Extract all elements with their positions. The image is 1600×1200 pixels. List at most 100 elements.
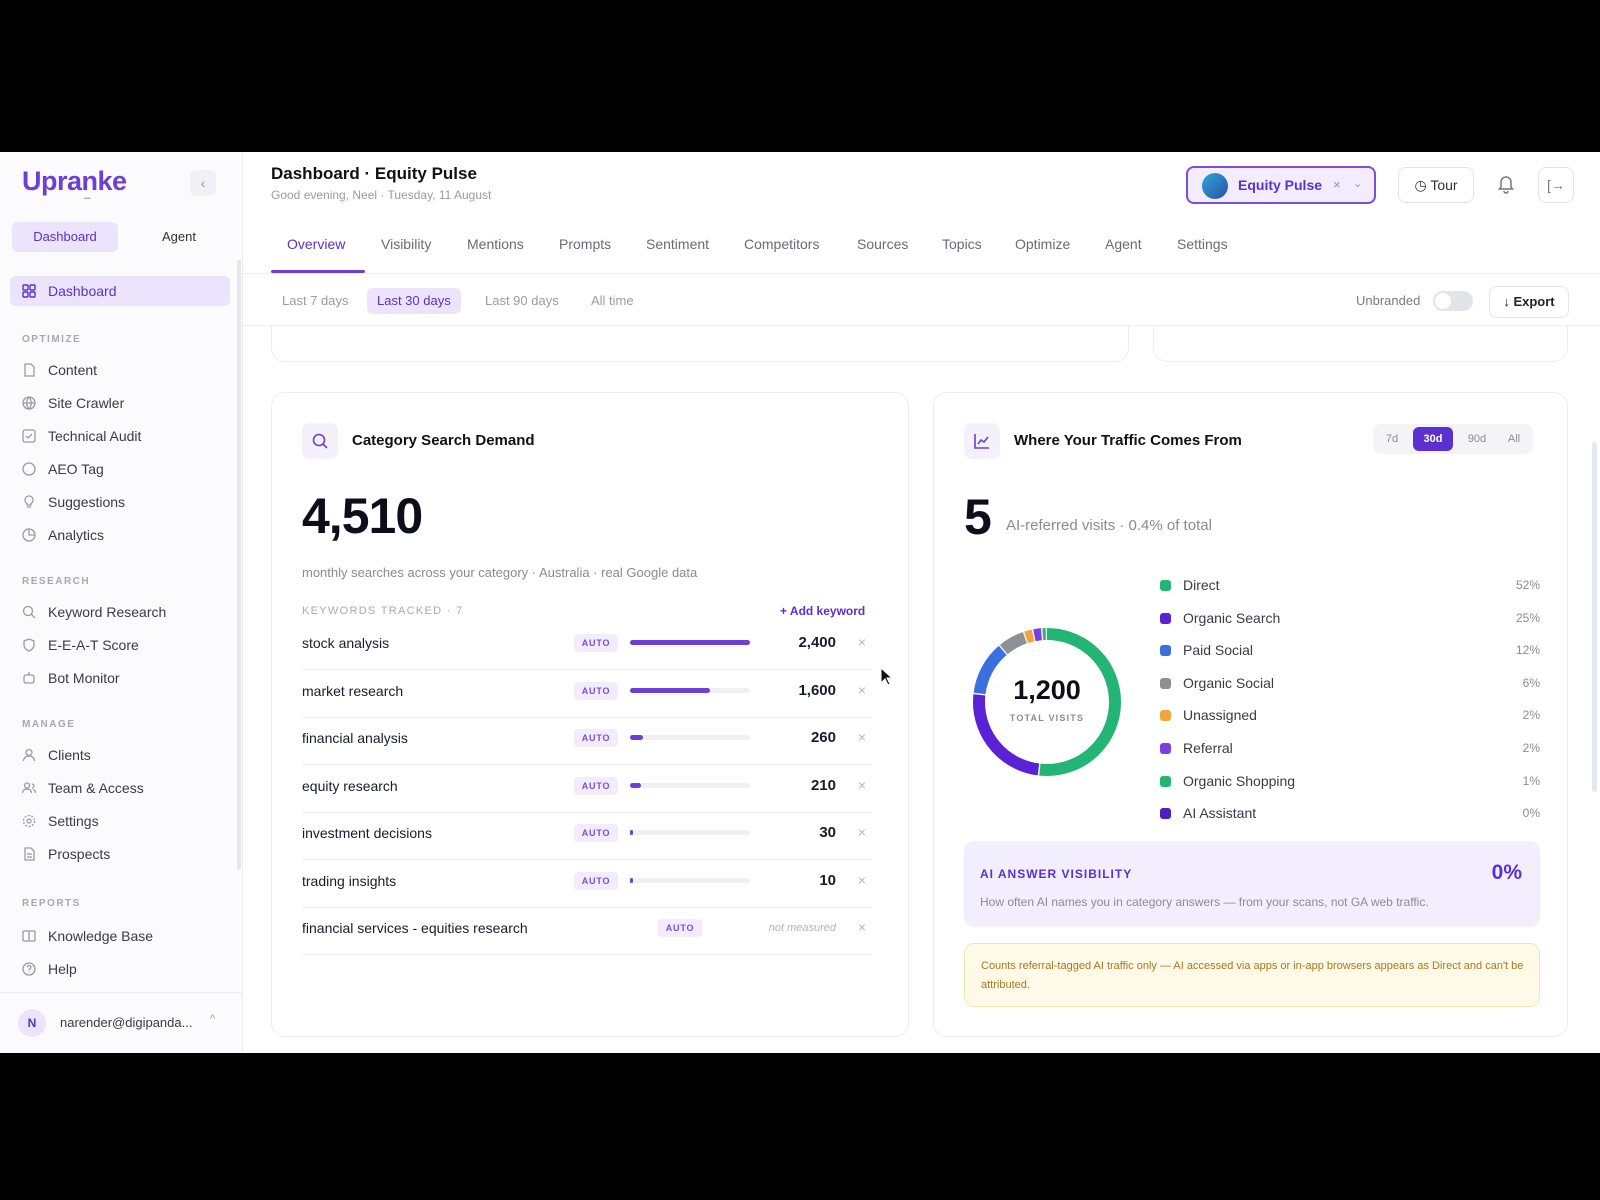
brand-selector[interactable]: Equity Pulse × ⌄ [1186,166,1376,204]
volume-bar-track [630,640,750,645]
sidebar-item-bot-monitor[interactable]: Bot Monitor [22,668,120,688]
range-last-7-days[interactable]: Last 7 days [272,288,359,314]
range-last-90-days[interactable]: Last 90 days [475,288,569,314]
traffic-sources-card: Where Your Traffic Comes From 7d 30d 90d… [933,392,1568,1037]
keyword-volume: 2,400 [798,634,836,651]
range-all-time[interactable]: All time [581,288,644,314]
remove-keyword-icon[interactable]: × [858,682,866,698]
ai-visibility-pct: 0% [1491,861,1522,884]
volume-bar-fill [630,782,641,788]
keyword-name: investment decisions [302,825,432,841]
sidebar-item-team-access[interactable]: Team & Access [22,778,144,798]
sidebar-item-aeo-tag[interactable]: AEO Tag [22,459,104,479]
legend-item: Unassigned 2% [1160,706,1540,726]
sidebar-item-help[interactable]: Help [22,959,77,979]
add-keyword-button[interactable]: + Add keyword [780,604,865,618]
keyword-name: stock analysis [302,635,390,651]
chevron-up-icon: ^ [210,1013,216,1025]
tab-mentions[interactable]: Mentions [467,236,524,256]
auto-badge: AUTO [574,776,618,795]
mode-tab-dashboard[interactable]: Dashboard [12,222,118,252]
remove-keyword-icon[interactable]: × [858,729,866,745]
card-title: Where Your Traffic Comes From [1014,432,1242,449]
keyword-name: financial services - equities research [302,920,528,936]
legend-label: AI Assistant [1183,805,1257,822]
total-visits-value: 1,200 [1013,675,1081,705]
search-demand-total: 4,510 [302,488,423,544]
sidebar-item-knowledge-base[interactable]: Knowledge Base [22,926,153,946]
clear-brand-icon[interactable]: × [1333,177,1341,192]
card-above-left [271,326,1129,362]
tab-competitors[interactable]: Competitors [744,236,819,256]
sidebar-item-settings[interactable]: Settings [22,811,99,831]
tab-visibility[interactable]: Visibility [381,236,431,256]
tour-button[interactable]: ◷ Tour [1398,167,1474,203]
sidebar-item-site-crawler[interactable]: Site Crawler [22,393,124,413]
sidebar-item-clients[interactable]: Clients [22,745,91,765]
category-search-demand-card: Category Search Demand 4,510 monthly sea… [271,392,909,1037]
remove-keyword-icon[interactable]: × [858,777,866,793]
section-label-manage: MANAGE [22,719,76,730]
volume-bar-fill [630,877,633,883]
sidebar-item-eeat-score[interactable]: E-E-A-T Score [22,635,139,655]
keyword-volume: 30 [819,824,836,841]
filter-bar: Last 7 days Last 30 days Last 90 days Al… [243,274,1600,326]
keyword-volume: 10 [819,871,836,889]
sidebar-scrollbar[interactable] [237,260,241,870]
logout-button[interactable]: [→ [1538,167,1574,203]
tab-overview[interactable]: Overview [287,236,345,256]
period-7d[interactable]: 7d [1377,427,1407,451]
legend-item: Direct 52% [1160,576,1540,596]
export-button[interactable]: ↓ Export [1489,286,1569,318]
line-chart-icon [964,423,1000,459]
period-all[interactable]: All [1499,427,1529,451]
user-menu[interactable]: N narender@digipanda... ^ [0,992,243,1053]
remove-keyword-icon[interactable]: × [858,824,866,840]
period-90d[interactable]: 90d [1459,427,1495,451]
sidebar-item-prospects[interactable]: Prospects [22,844,110,864]
bell-icon[interactable] [1495,172,1519,196]
legend-item: Organic Search 25% [1160,609,1540,629]
collapse-sidebar-button[interactable]: ‹ [190,170,216,196]
tab-sources[interactable]: Sources [857,236,908,256]
tab-sentiment[interactable]: Sentiment [646,236,709,256]
period-30d[interactable]: 30d [1413,427,1453,451]
unbranded-toggle[interactable] [1433,291,1473,311]
remove-keyword-icon[interactable]: × [858,634,866,650]
tab-settings[interactable]: Settings [1177,236,1228,256]
legend-swatch [1160,645,1171,657]
legend-percent: 6% [1522,675,1540,690]
section-label-optimize: OPTIMIZE [22,334,82,345]
auto-badge: AUTO [574,871,618,890]
sidebar: Upranke ••••• ‹ Dashboard Agent Dashboard… [0,152,243,1053]
unbranded-label: Unbranded [1356,293,1421,308]
keyword-volume: 260 [810,729,836,746]
tab-optimize[interactable]: Optimize [1015,236,1070,256]
keyword-volume: 210 [810,776,836,794]
main-scrollbar[interactable] [1592,442,1597,792]
legend-swatch [1160,580,1171,591]
sidebar-item-technical-audit[interactable]: Technical Audit [22,426,141,446]
sidebar-item-analytics[interactable]: Analytics [22,525,104,545]
ai-answer-visibility-box: AI ANSWER VISIBILITY 0% How often AI nam… [964,841,1540,927]
keyword-name: equity research [302,777,398,794]
legend-swatch [1160,710,1171,722]
mode-tab-agent[interactable]: Agent [126,222,232,252]
ai-visits-text: AI-referred visits · 0.4% of total [1006,517,1212,534]
range-last-30-days[interactable]: Last 30 days [367,288,461,314]
remove-keyword-icon[interactable]: × [858,919,866,935]
sidebar-item-content[interactable]: Content [22,360,97,380]
legend-item: Organic Shopping 1% [1160,772,1540,792]
remove-keyword-icon[interactable]: × [858,872,866,888]
tab-agent[interactable]: Agent [1105,236,1142,256]
auto-badge: AUTO [574,681,618,700]
app-logo[interactable]: Upranke ••••• [22,166,127,202]
tab-prompts[interactable]: Prompts [559,236,611,256]
tab-topics[interactable]: Topics [942,236,982,256]
sidebar-item-keyword-research[interactable]: Keyword Research [22,602,166,622]
keyword-name: financial analysis [302,730,408,746]
legend-item: Organic Social 6% [1160,674,1540,694]
sidebar-item-dashboard[interactable]: Dashboard [22,281,117,301]
sidebar-item-suggestions[interactable]: Suggestions [22,492,125,512]
volume-bar-track [630,877,750,883]
